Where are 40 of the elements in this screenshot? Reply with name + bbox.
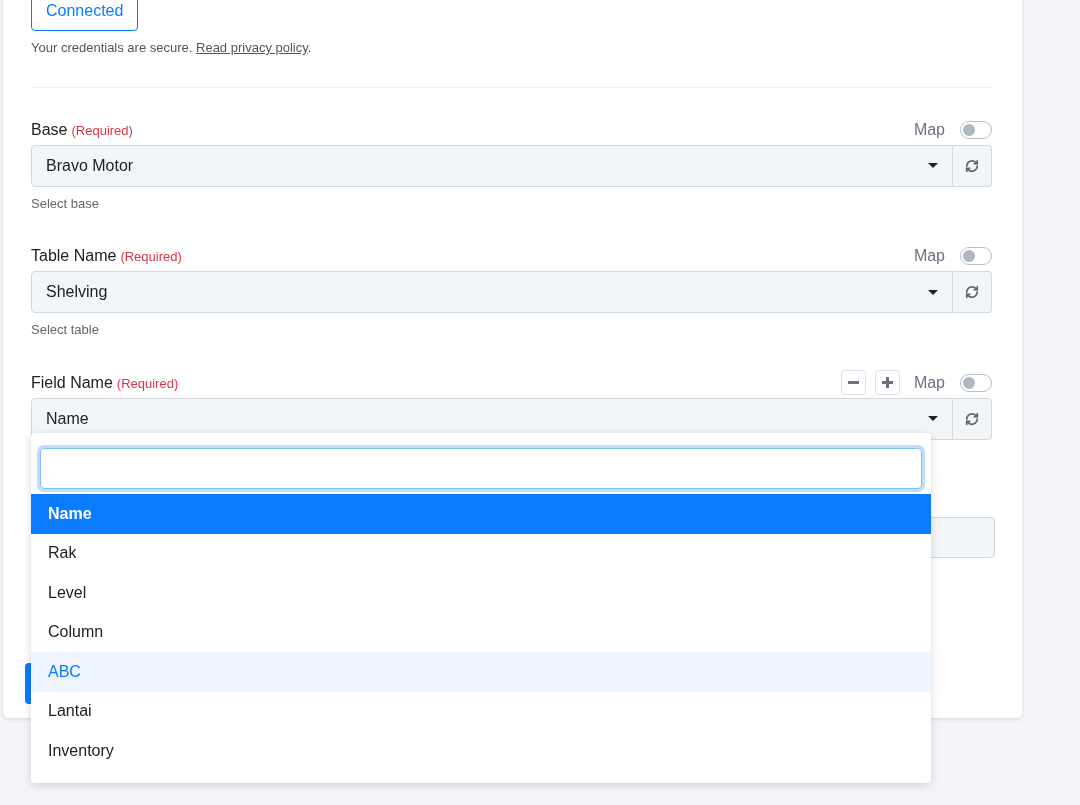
- refresh-icon: [965, 158, 979, 173]
- security-note: Your credentials are secure. Read privacy policy.: [31, 39, 313, 57]
- map-label: Map: [913, 372, 945, 393]
- dropdown-option[interactable]: Inventory: [31, 731, 931, 771]
- required-label: (Required): [116, 374, 179, 393]
- caret-icon: [928, 289, 938, 295]
- required-label: (Required): [71, 121, 133, 140]
- caret-icon: [928, 416, 938, 421]
- map-toggle[interactable]: [960, 373, 992, 392]
- add-button[interactable]: [874, 370, 900, 395]
- dropdown-option[interactable]: Level: [31, 573, 931, 613]
- dropdown-option[interactable]: Lantai: [31, 691, 931, 731]
- select-field[interactable]: Shelving: [31, 271, 953, 313]
- map-toggle[interactable]: [960, 247, 992, 265]
- field-label: Table Name: [31, 246, 117, 266]
- select-field[interactable]: Bravo Motor: [31, 144, 953, 187]
- map-label: Map: [913, 246, 945, 266]
- privacy-link[interactable]: Read privacy policy: [196, 40, 308, 55]
- field-label: Base: [31, 119, 68, 140]
- dropdown-option[interactable]: Column: [31, 612, 931, 652]
- map-toggle[interactable]: [960, 120, 992, 139]
- minus-icon: [847, 381, 859, 384]
- field-label: Field Name: [31, 372, 113, 393]
- map-label: Map: [913, 119, 945, 140]
- refresh-icon: [965, 285, 979, 299]
- dropdown-option[interactable]: Rak: [31, 533, 931, 573]
- required-label: (Required): [120, 248, 182, 266]
- dropdown-option[interactable]: ABC: [31, 652, 931, 692]
- connected-button[interactable]: Connected: [31, 0, 139, 31]
- helper-text: Select base: [31, 194, 100, 213]
- search-field[interactable]: [40, 448, 922, 489]
- helper-text: Select table: [31, 321, 100, 339]
- refresh-icon: [965, 411, 979, 426]
- dropdown-option[interactable]: Name: [31, 494, 931, 534]
- caret-icon: [928, 163, 938, 168]
- plus-icon: [881, 377, 893, 388]
- refresh-button[interactable]: [953, 397, 992, 440]
- refresh-button[interactable]: [953, 144, 992, 187]
- refresh-button[interactable]: [953, 271, 992, 313]
- remove-button[interactable]: [840, 370, 866, 395]
